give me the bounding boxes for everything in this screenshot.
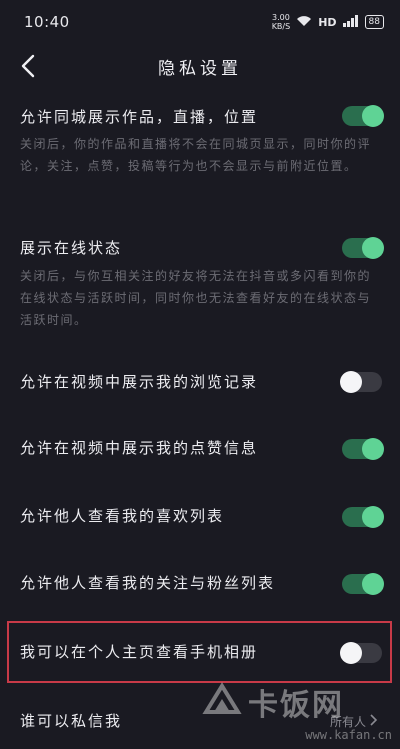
- setting-title-browse-history: 允许在视频中展示我的浏览记录: [20, 373, 259, 391]
- setting-title-like-list: 允许他人查看我的喜欢列表: [20, 507, 225, 525]
- setting-title-city: 允许同城展示作品，直播，位置: [20, 108, 259, 126]
- net-speed-unit: KB/S: [271, 22, 291, 31]
- toggle-knob: [340, 371, 362, 393]
- setting-title-online: 展示在线状态: [20, 239, 123, 257]
- toggle-knob: [362, 438, 384, 460]
- status-time: 10:40: [24, 13, 70, 31]
- private-message-value-label: 所有人: [329, 715, 366, 729]
- toggle-knob: [362, 573, 384, 595]
- private-message-value[interactable]: 所有人: [330, 713, 378, 730]
- watermark: 卡饭网 www.kafan.cn: [202, 680, 392, 742]
- setting-desc-online: 关闭后，与你互相关注的好友将无法在抖音或多闪看到你的在线状态与活跃时间，同时你也…: [20, 269, 372, 327]
- setting-title-like-info: 允许在视频中展示我的点赞信息: [20, 439, 259, 457]
- toggle-like-info[interactable]: [342, 438, 384, 460]
- page-title: 隐私设置: [158, 59, 242, 79]
- status-icons: 3.00 KB/S HD 88: [272, 13, 384, 31]
- signal-icon: [342, 14, 359, 30]
- toggle-city[interactable]: [342, 105, 384, 127]
- toggle-like-list[interactable]: [342, 506, 384, 528]
- watermark-url: www.kafan.cn: [305, 728, 392, 742]
- chevron-right-icon: [370, 714, 378, 729]
- setting-title-private-message[interactable]: 谁可以私信我: [20, 710, 122, 731]
- toggle-photo-album[interactable]: [340, 642, 382, 664]
- setting-title-follow-list: 允许他人查看我的关注与粉丝列表: [20, 574, 276, 592]
- setting-title-photo-album: 我可以在个人主页查看手机相册: [20, 643, 259, 661]
- net-speed-value: 3.00: [272, 13, 290, 22]
- toggle-knob: [362, 237, 384, 259]
- watermark-logo-icon: [202, 682, 242, 722]
- net-speed: 3.00 KB/S: [272, 13, 291, 31]
- toggle-knob: [362, 506, 384, 528]
- setting-desc-city: 关闭后，你的作品和直播将不会在同城页显示，同时你的评论，关注，点赞，投稿等行为也…: [20, 137, 372, 173]
- network-type: HD: [318, 15, 337, 29]
- toggle-knob: [362, 105, 384, 127]
- status-bar: 10:40 3.00 KB/S HD 88: [0, 0, 400, 44]
- toggle-follow-list[interactable]: [342, 573, 384, 595]
- toggle-browse-history[interactable]: [340, 371, 382, 393]
- wifi-icon: [296, 15, 312, 30]
- toggle-knob: [340, 642, 362, 664]
- toggle-online[interactable]: [342, 237, 384, 259]
- battery-icon: 88: [364, 15, 384, 29]
- nav-bar: 隐私设置: [0, 44, 400, 88]
